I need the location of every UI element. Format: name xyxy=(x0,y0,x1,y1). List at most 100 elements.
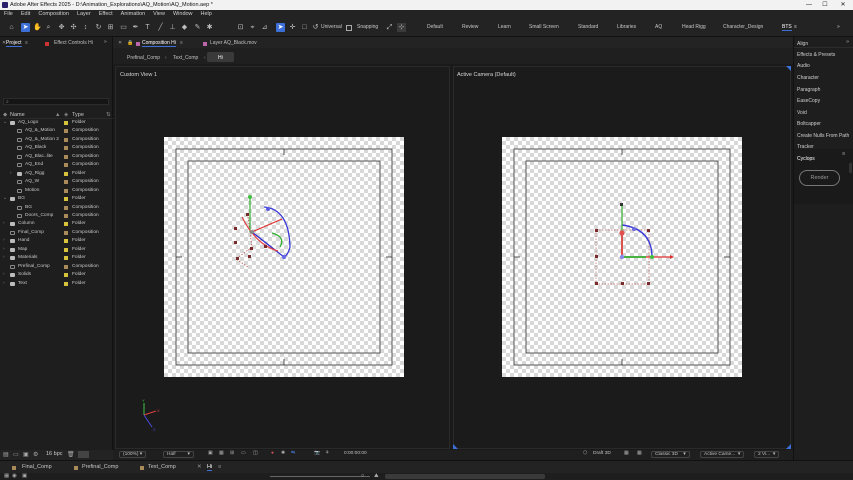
panel-audio[interactable]: Audio xyxy=(797,63,810,69)
workspace-bts[interactable]: BTS xyxy=(782,24,792,31)
menu-window[interactable]: Window xyxy=(169,10,197,19)
column-name[interactable]: Name xyxy=(10,112,25,118)
label-color-swatch[interactable] xyxy=(64,163,68,168)
project-item[interactable]: › Column Folder xyxy=(0,220,112,228)
bit-depth-button[interactable]: 16 bpc xyxy=(46,451,63,457)
project-item[interactable]: ⌄ BG Folder xyxy=(0,195,112,203)
tab-effect-controls[interactable]: Effect Controls Hi xyxy=(54,40,93,46)
dolly-tool-icon[interactable]: ↕ xyxy=(81,23,90,32)
label-color-swatch[interactable] xyxy=(64,137,68,142)
workspace-standard[interactable]: Standard xyxy=(578,24,598,30)
sort-arrow-icon[interactable]: ▲ xyxy=(55,112,60,118)
home-icon[interactable]: ⌂ xyxy=(7,23,16,32)
type-tool-icon[interactable]: T xyxy=(143,23,152,32)
extended-viewer-toggle-icon[interactable]: ▦ xyxy=(637,451,642,456)
trash-icon[interactable]: 🗑 xyxy=(67,451,75,458)
render-button[interactable]: Render xyxy=(799,170,840,186)
project-item[interactable]: Doors_Comp Composition xyxy=(0,212,112,220)
pan-tool-icon[interactable]: ✣ xyxy=(69,23,78,32)
workspace-learn[interactable]: Learn xyxy=(498,24,511,30)
snap-axis-icon[interactable]: ⌖ xyxy=(248,23,257,32)
breadcrumb-prefinal-comp[interactable]: Prefinal_Comp xyxy=(127,55,160,61)
color-picker-icon[interactable]: ● xyxy=(271,451,274,456)
timeline-tab-final-comp[interactable]: Final_Comp xyxy=(22,464,52,470)
project-item[interactable]: AQ_Black Composition xyxy=(0,144,112,152)
tab-composition-hi[interactable]: Composition Hi xyxy=(142,40,176,47)
hand-tool-icon[interactable]: ✋ xyxy=(33,23,42,32)
right-panel-overflow-icon[interactable]: » xyxy=(846,39,849,45)
panel-overflow-icon[interactable]: » xyxy=(104,39,107,45)
timeline-scrollbar[interactable] xyxy=(385,474,545,479)
menu-composition[interactable]: Composition xyxy=(34,10,73,19)
project-item[interactable]: › Map Folder xyxy=(0,246,112,254)
viewer-active-camera[interactable]: Active Camera (Default) xyxy=(453,66,791,449)
project-item[interactable]: › Materials Folder xyxy=(0,254,112,262)
menu-layer[interactable]: Layer xyxy=(73,10,95,19)
timeline-tab-hi[interactable]: Hi xyxy=(207,464,213,471)
panel-cyclops[interactable]: Cyclops xyxy=(797,156,815,162)
timeline-zoom-thumb-icon[interactable]: ○ xyxy=(361,473,364,479)
workspace-default[interactable]: Default xyxy=(427,24,443,30)
tag-column-icon[interactable]: ◈ xyxy=(64,112,68,118)
zoom-dropdown[interactable]: (100%) ▾ xyxy=(119,451,147,458)
region-of-interest-icon[interactable]: ▣ xyxy=(208,451,213,456)
cyclops-menu-icon[interactable]: ≡ xyxy=(842,151,845,157)
label-color-swatch[interactable] xyxy=(64,230,68,235)
roto-brush-tool-icon[interactable]: ✎ xyxy=(193,23,202,32)
transparency-grid-icon[interactable]: ▦ xyxy=(219,451,224,456)
right-panel-scrollbar[interactable] xyxy=(849,163,852,173)
left-comp-canvas[interactable] xyxy=(164,137,404,377)
timeline-tab-text-comp[interactable]: Text_Comp xyxy=(148,464,176,470)
label-color-swatch[interactable] xyxy=(64,188,68,193)
resolution-dropdown[interactable]: Half ▾ xyxy=(163,451,194,458)
3d-ground-plane-icon[interactable]: ▦ xyxy=(624,451,629,456)
label-color-swatch[interactable] xyxy=(64,146,68,151)
rotate-tool-icon[interactable]: ↻ xyxy=(94,23,103,32)
show-snapshot-icon[interactable]: ⚘ xyxy=(325,451,329,456)
chevron-right-icon[interactable]: › xyxy=(3,246,5,254)
project-item[interactable]: Motion Composition xyxy=(0,187,112,195)
panel-character[interactable]: Character xyxy=(797,75,819,81)
project-item[interactable]: › AQ_Rigg Folder xyxy=(0,170,112,178)
timeline-solo-icon[interactable]: ◉ xyxy=(12,473,17,479)
label-color-swatch[interactable] xyxy=(64,129,68,134)
interpret-footage-icon[interactable]: ▤ xyxy=(3,451,9,458)
label-color-swatch[interactable] xyxy=(64,171,68,176)
guides-icon[interactable]: ▭ xyxy=(241,451,246,456)
renderer-mode-dropdown[interactable]: Classic 3D ▾ xyxy=(651,451,690,458)
timeline-tab-close-icon[interactable]: ✕ xyxy=(197,464,202,470)
menu-edit[interactable]: Edit xyxy=(17,10,34,19)
panel-void[interactable]: Void xyxy=(797,110,807,116)
extended-viewer-icon[interactable]: ⊡ xyxy=(236,23,245,32)
scale-mode-icon[interactable]: □ xyxy=(300,23,309,32)
project-item[interactable]: › Hand Folder xyxy=(0,237,112,245)
panel-create-nulls[interactable]: Create Nulls From Path xyxy=(797,133,849,139)
menu-effect[interactable]: Effect xyxy=(95,10,117,19)
rectangle-tool-icon[interactable]: ▭ xyxy=(119,23,128,32)
label-color-swatch[interactable] xyxy=(64,180,68,185)
eraser-tool-icon[interactable]: ◆ xyxy=(180,23,189,32)
label-color-swatch[interactable] xyxy=(64,281,68,286)
workspace-aq[interactable]: AQ xyxy=(655,24,662,30)
workspace-menu-icon[interactable]: ≡ xyxy=(794,24,797,30)
pen-tool-icon[interactable]: ✒ xyxy=(131,23,140,32)
column-type[interactable]: Type xyxy=(72,112,84,118)
panel-tracker[interactable]: Tracker xyxy=(797,144,814,150)
timeline-zoom-in-icon[interactable]: ⛰ xyxy=(374,473,379,480)
chevron-right-icon[interactable]: › xyxy=(10,170,12,178)
comp-tab-lock-icon[interactable]: 🔒 xyxy=(127,40,133,46)
label-color-swatch[interactable] xyxy=(64,197,68,202)
anchor-tool-icon[interactable]: ⊞ xyxy=(106,23,115,32)
workspace-libraries[interactable]: Libraries xyxy=(617,24,636,30)
rotate-mode-icon[interactable]: ↺ xyxy=(311,23,320,32)
chevron-right-icon[interactable]: › xyxy=(3,280,5,288)
renderer-label[interactable]: Draft 3D xyxy=(593,451,611,456)
tab-project[interactable]: Project xyxy=(6,40,22,47)
camera-dropdown[interactable]: Active Came... ▾ xyxy=(700,451,745,458)
maximize-button[interactable]: ☐ xyxy=(817,0,833,10)
close-button[interactable]: ✕ xyxy=(835,0,851,10)
menu-view[interactable]: View xyxy=(149,10,169,19)
workspace-overflow-icon[interactable]: » xyxy=(837,24,840,30)
timeline-tab-prefinal-comp[interactable]: Prefinal_Comp xyxy=(82,464,118,470)
project-item[interactable]: AQ_&_Motion Composition xyxy=(0,127,112,135)
